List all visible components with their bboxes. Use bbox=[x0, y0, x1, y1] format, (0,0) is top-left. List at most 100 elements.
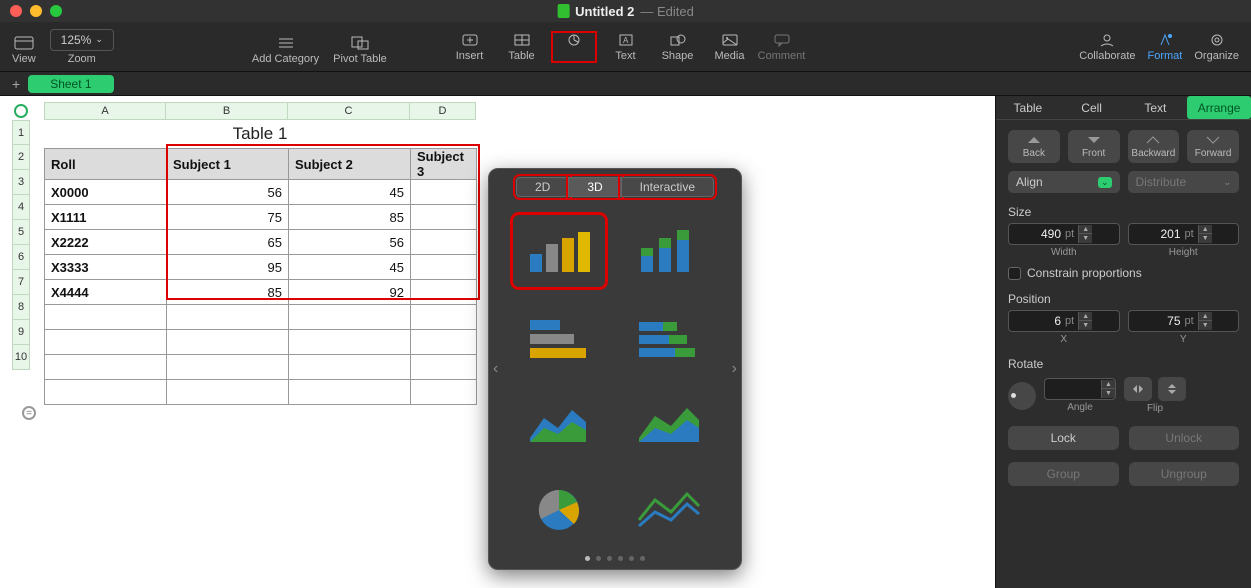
text-button[interactable]: A Text bbox=[604, 32, 648, 62]
tab-text[interactable]: Text bbox=[1124, 96, 1188, 119]
col-roll[interactable]: Roll bbox=[45, 149, 167, 180]
height-field[interactable]: pt▲▼ bbox=[1128, 223, 1240, 245]
angle-stepper[interactable]: ▲▼ bbox=[1101, 380, 1115, 398]
row-header[interactable]: 5 bbox=[12, 220, 30, 245]
row-header[interactable]: 7 bbox=[12, 270, 30, 295]
tab-arrange[interactable]: Arrange bbox=[1187, 96, 1251, 119]
table-handle-icon[interactable] bbox=[14, 104, 28, 118]
chart-3d-bar-stacked[interactable] bbox=[622, 215, 714, 287]
row-add-handle[interactable] bbox=[22, 406, 36, 420]
add-sheet-button[interactable]: + bbox=[12, 76, 20, 92]
table-row[interactable]: X44448592 bbox=[45, 280, 477, 305]
close-window[interactable] bbox=[10, 5, 22, 17]
chart-3d-line[interactable] bbox=[622, 473, 714, 545]
tab-2d[interactable]: 2D bbox=[516, 177, 569, 197]
lock-button[interactable]: Lock bbox=[1008, 426, 1119, 450]
chart-button[interactable]: Chart bbox=[552, 32, 596, 62]
comment-button[interactable]: Comment bbox=[760, 32, 804, 62]
organize-button[interactable]: Organize bbox=[1194, 32, 1239, 62]
pivot-table-button[interactable]: Pivot Table bbox=[333, 35, 387, 65]
insert-button[interactable]: Insert bbox=[448, 32, 492, 62]
group-button[interactable]: Group bbox=[1008, 462, 1119, 486]
zoom-window[interactable] bbox=[50, 5, 62, 17]
row-header[interactable]: 2 bbox=[12, 145, 30, 170]
constrain-checkbox[interactable] bbox=[1008, 267, 1021, 280]
position-label: Position bbox=[1008, 292, 1239, 306]
col-header[interactable]: D bbox=[410, 102, 476, 120]
chart-3d-area[interactable] bbox=[513, 387, 605, 459]
format-button[interactable]: Format bbox=[1148, 32, 1183, 62]
tab-table[interactable]: Table bbox=[996, 96, 1060, 119]
chart-3d-hbar[interactable] bbox=[513, 301, 605, 373]
collaborate-icon bbox=[1097, 32, 1117, 48]
sheet-tab[interactable]: Sheet 1 bbox=[28, 75, 113, 93]
row-header[interactable]: 9 bbox=[12, 320, 30, 345]
collaborate-button[interactable]: Collaborate bbox=[1079, 32, 1135, 62]
toolbar: View 125%⌄ Zoom Add Category Pivot Table… bbox=[0, 22, 1251, 72]
row-header[interactable]: 8 bbox=[12, 295, 30, 320]
send-backward-button[interactable]: Backward bbox=[1128, 130, 1180, 163]
empty-rows[interactable] bbox=[44, 304, 477, 405]
table-icon bbox=[512, 32, 532, 48]
chart-3d-bar-1[interactable] bbox=[513, 215, 605, 287]
send-back-button[interactable]: Back bbox=[1008, 130, 1060, 163]
col-header[interactable]: A bbox=[44, 102, 166, 120]
flip-v-button[interactable] bbox=[1158, 377, 1186, 401]
x-stepper[interactable]: ▲▼ bbox=[1078, 312, 1092, 330]
col-header[interactable]: C bbox=[288, 102, 410, 120]
table-row[interactable]: X11117585 bbox=[45, 205, 477, 230]
angle-field[interactable]: ▲▼ bbox=[1044, 378, 1116, 400]
media-button[interactable]: Media bbox=[708, 32, 752, 62]
prev-page-button[interactable]: ‹ bbox=[493, 360, 498, 378]
row-header[interactable]: 3 bbox=[12, 170, 30, 195]
rotation-dial[interactable] bbox=[1008, 382, 1036, 410]
col-subject2[interactable]: Subject 2 bbox=[289, 149, 411, 180]
col-subject1[interactable]: Subject 1 bbox=[167, 149, 289, 180]
bring-forward-button[interactable]: Forward bbox=[1187, 130, 1239, 163]
data-table[interactable]: Roll Subject 1 Subject 2 Subject 3 X0000… bbox=[44, 148, 477, 305]
distribute-select[interactable]: Distribute⌄ bbox=[1128, 171, 1240, 193]
view-button[interactable]: View bbox=[12, 35, 36, 65]
tab-3d[interactable]: 3D bbox=[569, 177, 620, 197]
flip-h-button[interactable] bbox=[1124, 377, 1152, 401]
x-field[interactable]: pt▲▼ bbox=[1008, 310, 1120, 332]
col-header[interactable]: B bbox=[166, 102, 288, 120]
canvas[interactable]: ABCD 12345678910 Table 1 Roll Subject 1 … bbox=[0, 96, 995, 588]
row-header[interactable]: 1 bbox=[12, 120, 30, 145]
chart-3d-area-stacked[interactable] bbox=[622, 387, 714, 459]
size-label: Size bbox=[1008, 205, 1239, 219]
rotate-label: Rotate bbox=[1008, 357, 1239, 371]
y-stepper[interactable]: ▲▼ bbox=[1198, 312, 1212, 330]
row-header[interactable]: 4 bbox=[12, 195, 30, 220]
chart-3d-hbar-stacked[interactable] bbox=[622, 301, 714, 373]
align-select[interactable]: Align⌄ bbox=[1008, 171, 1120, 193]
media-icon bbox=[720, 32, 740, 48]
unlock-button[interactable]: Unlock bbox=[1129, 426, 1240, 450]
y-field[interactable]: pt▲▼ bbox=[1128, 310, 1240, 332]
bring-front-button[interactable]: Front bbox=[1068, 130, 1120, 163]
table-title[interactable]: Table 1 bbox=[44, 120, 476, 148]
sheet-tabs: + Sheet 1 bbox=[0, 72, 1251, 96]
height-stepper[interactable]: ▲▼ bbox=[1198, 225, 1212, 243]
organize-icon bbox=[1207, 32, 1227, 48]
table-row[interactable]: X33339545 bbox=[45, 255, 477, 280]
row-header[interactable]: 10 bbox=[12, 345, 30, 370]
ungroup-button[interactable]: Ungroup bbox=[1129, 462, 1240, 486]
next-page-button[interactable]: › bbox=[732, 360, 737, 378]
width-field[interactable]: pt▲▼ bbox=[1008, 223, 1120, 245]
col-subject3[interactable]: Subject 3 bbox=[411, 149, 477, 180]
minimize-window[interactable] bbox=[30, 5, 42, 17]
zoom-button[interactable]: 125%⌄ Zoom bbox=[50, 29, 114, 65]
tab-cell[interactable]: Cell bbox=[1060, 96, 1124, 119]
table-row[interactable]: X22226556 bbox=[45, 230, 477, 255]
chart-3d-pie[interactable] bbox=[513, 473, 605, 545]
shape-button[interactable]: Shape bbox=[656, 32, 700, 62]
tab-interactive[interactable]: Interactive bbox=[621, 177, 714, 197]
table-button[interactable]: Table bbox=[500, 32, 544, 62]
add-category-button[interactable]: Add Category bbox=[252, 35, 319, 65]
width-stepper[interactable]: ▲▼ bbox=[1078, 225, 1092, 243]
row-header[interactable]: 6 bbox=[12, 245, 30, 270]
document-icon bbox=[557, 4, 569, 18]
table-row[interactable]: X00005645 bbox=[45, 180, 477, 205]
text-icon: A bbox=[616, 32, 636, 48]
